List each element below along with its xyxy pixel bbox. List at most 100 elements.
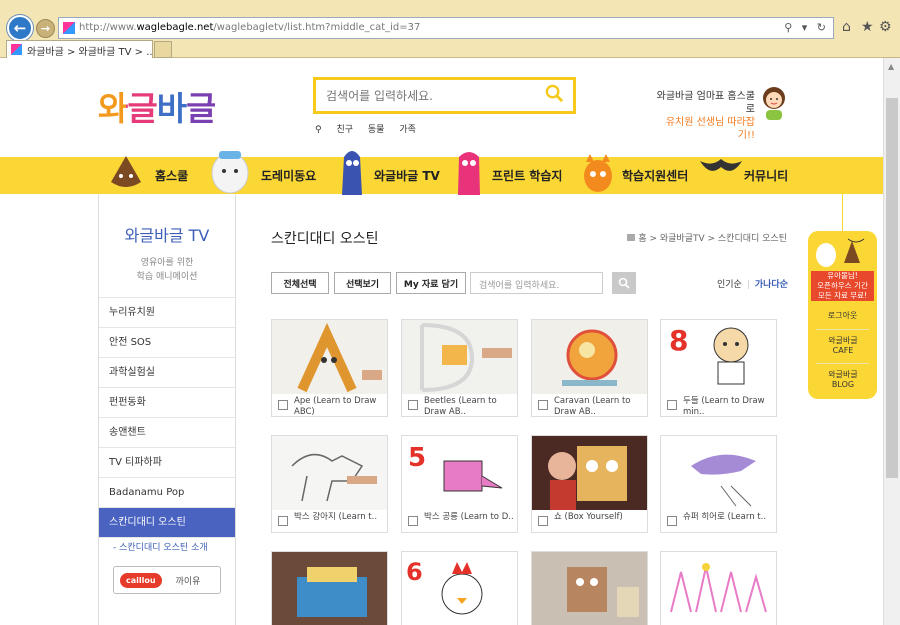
video-card[interactable] (531, 551, 648, 625)
promo-text[interactable]: 와글바글 엄마표 홈스쿨로 유치원 선생님 따라잡기!! (650, 90, 755, 142)
address-tools-icon[interactable]: ⚲ ▾ ↻ (784, 21, 829, 34)
video-card[interactable]: Ape (Learn to Draw ABC) (271, 319, 388, 417)
card-title[interactable]: 쇼 (Box Yourself) (554, 512, 646, 534)
card-title[interactable]: 박스 공룡 (Learn to D.. (424, 512, 516, 534)
card-title[interactable]: 슈퍼 히어로 (Learn t.. (683, 512, 775, 534)
card-checkbox[interactable] (278, 400, 288, 410)
sidebar-item[interactable]: 펀펀동화 (99, 388, 235, 418)
video-thumbnail[interactable] (532, 320, 647, 394)
video-card[interactable] (660, 551, 777, 625)
open-house-banner[interactable]: 유아몰님! 오픈하우스 기간 모든 자료 무료! (811, 271, 874, 301)
card-title[interactable]: Ape (Learn to Draw ABC) (294, 396, 386, 418)
back-button[interactable]: ← (7, 15, 33, 41)
favorites-icon[interactable]: ★ (861, 19, 874, 35)
video-card[interactable]: 박스 강아지 (Learn t.. (271, 435, 388, 533)
video-card[interactable]: 쇼 (Box Yourself) (531, 435, 648, 533)
card-checkbox[interactable] (667, 400, 677, 410)
scrollbar-thumb[interactable] (886, 98, 898, 478)
sort-alpha[interactable]: 가나다순 (755, 280, 788, 290)
card-title[interactable]: 두들 (Learn to Draw min.. (683, 396, 775, 418)
video-thumbnail[interactable] (272, 552, 387, 625)
card-checkbox[interactable] (538, 400, 548, 410)
caillou-banner[interactable]: caillou 까이유 (113, 566, 221, 594)
video-thumbnail[interactable] (272, 436, 387, 510)
card-checkbox[interactable] (538, 516, 548, 526)
sidebar-sub-item[interactable]: - 스칸디대디 오스틴 소개 (99, 538, 235, 558)
sidebar-header: 와글바글 TV 영유아를 위한 학습 애니메이션 (99, 194, 235, 298)
card-checkbox[interactable] (667, 516, 677, 526)
svg-text:6: 6 (406, 558, 423, 586)
sidebar-item-active[interactable]: 스칸디대디 오스틴 (99, 508, 235, 538)
nav-item-support[interactable]: 학습지원센터 (582, 153, 688, 194)
browser-tab[interactable]: 와글바글 > 와글바글 TV > ... (6, 40, 153, 58)
sidebar-item[interactable]: TV 티파하파 (99, 448, 235, 478)
sidebar-item[interactable]: 안전 SOS (99, 328, 235, 358)
nav-item-doremi[interactable]: 도레미동요 (205, 150, 316, 194)
video-thumbnail[interactable]: 5 (402, 436, 517, 510)
main-nav: 홈스쿨 도레미동요 와글바글 TV 프린트 학습지 학습지원센터 커뮤니티 (0, 150, 883, 195)
video-card[interactable]: Caravan (Learn to Draw AB.. (531, 319, 648, 417)
scrollbar[interactable]: ▲ (883, 58, 900, 625)
video-card[interactable]: 8 두들 (Learn to Draw min.. (660, 319, 777, 417)
keyword-link[interactable]: 가족 (399, 125, 416, 135)
sidebar-item[interactable]: 누리유치원 (99, 298, 235, 328)
card-checkbox[interactable] (408, 516, 418, 526)
card-title[interactable]: 박스 강아지 (Learn t.. (294, 512, 386, 534)
video-card[interactable] (271, 551, 388, 625)
site-logo[interactable]: 와글바글 (98, 82, 216, 130)
home-icon[interactable] (627, 234, 636, 241)
video-card[interactable]: 슈퍼 히어로 (Learn t.. (660, 435, 777, 533)
video-thumbnail[interactable] (532, 552, 647, 625)
video-card[interactable]: Beetles (Learn to Draw AB.. (401, 319, 518, 417)
view-selected-button[interactable]: 선택보기 (334, 272, 391, 294)
video-thumbnail[interactable] (402, 320, 517, 394)
nav-item-community[interactable]: 커뮤니티 (700, 157, 788, 194)
video-card[interactable]: 5 박스 공룡 (Learn to D.. (401, 435, 518, 533)
search-icon (618, 277, 630, 289)
my-save-button[interactable]: My 자료 담기 (396, 272, 466, 294)
site-favicon-icon (63, 22, 75, 34)
scroll-up-icon[interactable]: ▲ (888, 62, 894, 71)
video-thumbnail[interactable]: 8 (661, 320, 776, 394)
cafe-link[interactable]: 와글바글 CAFE (818, 336, 868, 356)
blue-mascot-icon (342, 150, 362, 195)
bat-mascot-icon (700, 158, 742, 171)
page-title: 스칸디대디 오스틴 (271, 231, 379, 247)
video-thumbnail[interactable] (272, 320, 387, 394)
keyword-link[interactable]: 친구 (336, 125, 353, 135)
keyword-link[interactable]: 동물 (368, 125, 385, 135)
nav-item-homeschool[interactable]: 홈스쿨 (105, 155, 188, 194)
sort-popular[interactable]: 인기순 (717, 280, 742, 290)
sidebar-item[interactable]: 송앤챈트 (99, 418, 235, 448)
new-tab-button[interactable] (154, 41, 172, 58)
video-card[interactable]: 6 (401, 551, 518, 625)
card-checkbox[interactable] (278, 516, 288, 526)
card-title[interactable]: Beetles (Learn to Draw AB.. (424, 396, 516, 418)
video-thumbnail[interactable] (532, 436, 647, 510)
sidebar-item[interactable]: Badanamu Pop (99, 478, 235, 508)
logout-link[interactable]: 로그아웃 (808, 311, 877, 321)
nav-item-print[interactable]: 프린트 학습지 (454, 151, 562, 195)
main-search-input[interactable] (326, 80, 546, 111)
video-thumbnail[interactable]: 6 (402, 552, 517, 625)
list-search-input[interactable]: 검색어를 입력하세요. (470, 272, 603, 294)
forward-button[interactable]: → (36, 19, 55, 38)
home-icon[interactable]: ⌂ (842, 19, 851, 35)
orange-mascot-icon (584, 153, 612, 192)
video-thumbnail[interactable] (661, 436, 776, 510)
card-checkbox[interactable] (408, 400, 418, 410)
sidebar-title: 와글바글 TV (124, 226, 210, 245)
logo-text: 와글바글 (98, 89, 216, 128)
select-all-button[interactable]: 전체선택 (271, 272, 329, 294)
quick-menu-mascots-icon (816, 238, 865, 267)
list-search-button[interactable] (612, 272, 636, 294)
search-icon[interactable] (545, 84, 564, 103)
settings-icon[interactable]: ⚙ (879, 19, 892, 35)
blog-link[interactable]: 와글바글 BLOG (818, 370, 868, 390)
sidebar-item[interactable]: 과학실험실 (99, 358, 235, 388)
video-thumbnail[interactable] (661, 552, 776, 625)
address-bar[interactable]: http://www.waglebagle.net/waglebagletv/l… (58, 17, 834, 39)
keyword-icon: ⚲ (315, 125, 322, 135)
card-title[interactable]: Caravan (Learn to Draw AB.. (554, 396, 646, 418)
nav-item-waglebagle-tv[interactable]: 와글바글 TV (338, 150, 440, 195)
